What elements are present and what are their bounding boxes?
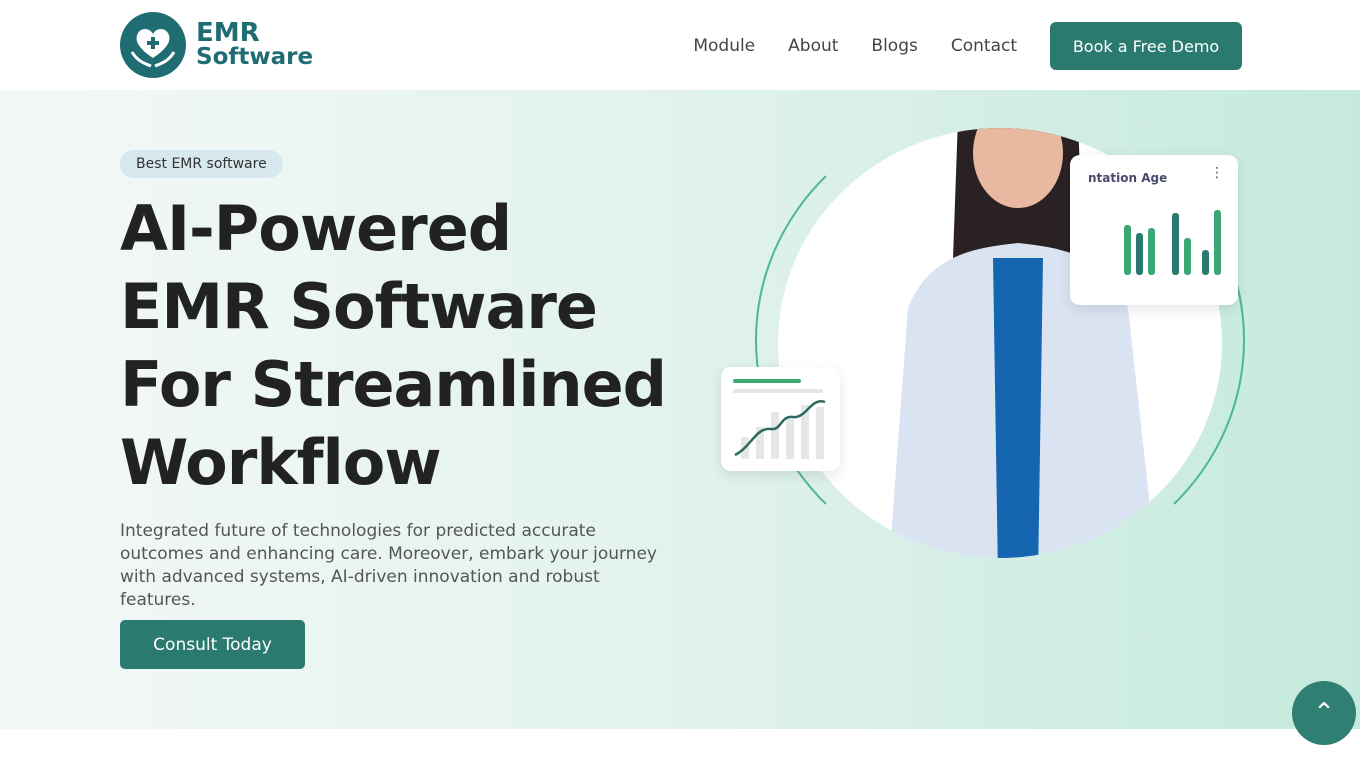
main-nav: Module About Blogs Contact Book a Free D… bbox=[693, 22, 1242, 70]
age-chart-card: ntation Age ⋮ bbox=[1070, 155, 1238, 305]
logo[interactable]: EMR Software bbox=[120, 12, 313, 78]
hero-badge: Best EMR software bbox=[120, 150, 283, 178]
nav-module[interactable]: Module bbox=[693, 36, 755, 56]
brand-line1: EMR bbox=[196, 18, 260, 48]
nav-blogs[interactable]: Blogs bbox=[871, 36, 917, 56]
trend-chart-card bbox=[721, 367, 840, 471]
hero-title: AI-Powered EMR Software For Streamlined … bbox=[120, 192, 667, 499]
hero-description: Integrated future of technologies for pr… bbox=[120, 521, 657, 610]
nav-contact[interactable]: Contact bbox=[951, 36, 1017, 56]
scroll-to-top-button[interactable]: ⌃ bbox=[1292, 681, 1356, 745]
book-demo-button[interactable]: Book a Free Demo bbox=[1050, 22, 1242, 70]
consult-today-button[interactable]: Consult Today bbox=[120, 620, 305, 669]
nav-about[interactable]: About bbox=[788, 36, 838, 56]
site-header: EMR Software Module About Blogs Contact B… bbox=[0, 0, 1360, 90]
brand-line2: Software bbox=[196, 44, 314, 70]
heart-hands-logo-icon bbox=[120, 12, 186, 78]
chevron-up-icon: ⌃ bbox=[1313, 698, 1335, 728]
